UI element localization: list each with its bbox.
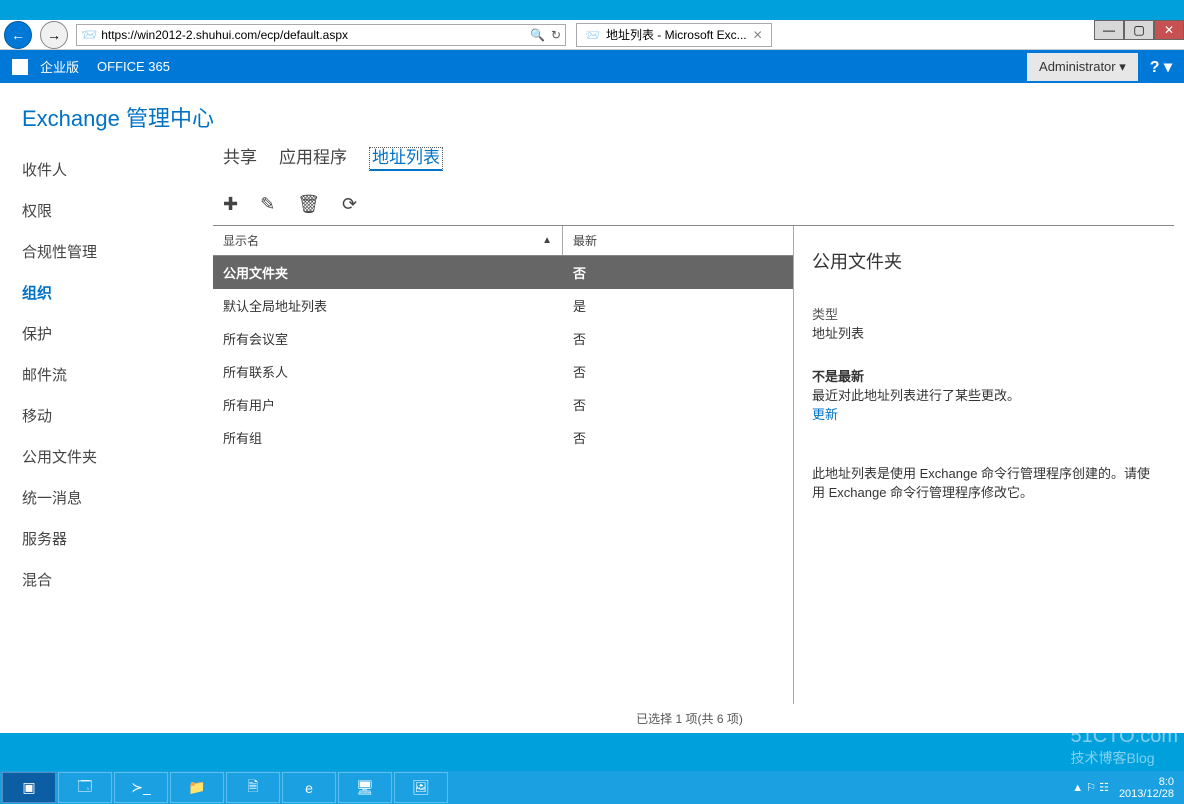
sidebar-item[interactable]: 统一消息 xyxy=(0,477,195,518)
tab[interactable]: 地址列表 xyxy=(369,147,443,171)
taskbar-app3[interactable]: 🖼 xyxy=(394,772,448,803)
tab-close-button[interactable]: ✕ xyxy=(753,28,763,42)
detail-note: 此地址列表是使用 Exchange 命令行管理程序创建的。请使用 Exchang… xyxy=(812,463,1156,501)
sidebar-item[interactable]: 收件人 xyxy=(0,149,195,190)
sidebar-item[interactable]: 混合 xyxy=(0,559,195,600)
sidebar-item[interactable]: 公用文件夹 xyxy=(0,436,195,477)
cell-name: 公用文件夹 xyxy=(213,256,563,289)
cell-name: 所有组 xyxy=(213,421,563,454)
search-icon[interactable]: 🔍 xyxy=(530,28,545,42)
table-row[interactable]: 所有会议室否 xyxy=(213,322,793,355)
help-menu[interactable]: ? ▾ xyxy=(1150,57,1172,77)
cell-latest: 否 xyxy=(563,256,793,289)
refresh-button[interactable]: ⟳ xyxy=(342,194,357,215)
table-header: 显示名▲ 最新 xyxy=(213,226,793,256)
cell-latest: 否 xyxy=(563,388,793,421)
cell-name: 所有会议室 xyxy=(213,322,563,355)
tray-clock[interactable]: 8:02013/12/28 xyxy=(1119,776,1174,800)
sidebar-item[interactable]: 权限 xyxy=(0,190,195,231)
sidebar-item[interactable]: 合规性管理 xyxy=(0,231,195,272)
edition-label[interactable]: 企业版 xyxy=(40,57,79,76)
detail-notlatest-label: 不是最新 xyxy=(812,366,1156,385)
delete-button[interactable]: 🗑 xyxy=(297,194,320,215)
start-button[interactable]: ▣ xyxy=(2,772,56,803)
table-row[interactable]: 所有联系人否 xyxy=(213,355,793,388)
o365-topbar: 企业版 OFFICE 365 Administrator ▾ ? ▾ xyxy=(0,50,1184,83)
taskbar-app2[interactable]: 🖥 xyxy=(338,772,392,803)
detail-type-label: 类型 xyxy=(812,304,1156,323)
cell-name: 所有用户 xyxy=(213,388,563,421)
sort-asc-icon: ▲ xyxy=(542,235,552,246)
address-bar[interactable]: 📨 https://win2012-2.shuhui.com/ecp/defau… xyxy=(76,24,566,46)
table-row[interactable]: 所有用户否 xyxy=(213,388,793,421)
sidebar-item[interactable]: 邮件流 xyxy=(0,354,195,395)
sidebar-item[interactable]: 移动 xyxy=(0,395,195,436)
column-latest[interactable]: 最新 xyxy=(563,226,793,255)
table-row[interactable]: 默认全局地址列表是 xyxy=(213,289,793,322)
nav-back-button[interactable]: ← xyxy=(4,21,32,49)
tabs-row: 共享 应用程序 地址列表 xyxy=(195,143,1184,176)
taskbar-powershell[interactable]: ≻_ xyxy=(114,772,168,803)
tray-flag-icon[interactable]: ▲ ⚐ ☷ xyxy=(1072,781,1109,794)
taskbar-server-manager[interactable]: 🗔 xyxy=(58,772,112,803)
cell-latest: 是 xyxy=(563,289,793,322)
tab-title: 地址列表 - Microsoft Exc... xyxy=(606,26,747,43)
office365-label[interactable]: OFFICE 365 xyxy=(97,59,170,74)
detail-title: 公用文件夹 xyxy=(812,248,1156,274)
sidebar-item[interactable]: 组织 xyxy=(0,272,195,313)
user-menu[interactable]: Administrator ▾ xyxy=(1027,53,1138,81)
browser-toolbar: ← → 📨 https://win2012-2.shuhui.com/ecp/d… xyxy=(0,20,1184,50)
cell-latest: 否 xyxy=(563,421,793,454)
add-button[interactable]: ✚ xyxy=(223,194,238,215)
edit-button[interactable]: ✎ xyxy=(260,194,275,215)
sidebar-item[interactable]: 服务器 xyxy=(0,518,195,559)
nav-forward-button[interactable]: → xyxy=(40,21,68,49)
reload-icon[interactable]: ↻ xyxy=(551,28,561,42)
tab[interactable]: 应用程序 xyxy=(279,148,347,167)
cell-latest: 否 xyxy=(563,322,793,355)
url-text: https://win2012-2.shuhui.com/ecp/default… xyxy=(101,28,348,42)
tab[interactable]: 共享 xyxy=(223,148,257,167)
cell-latest: 否 xyxy=(563,355,793,388)
list-toolbar: ✚ ✎ 🗑 ⟳ xyxy=(195,176,1184,225)
office-logo-icon xyxy=(12,59,28,75)
table-row[interactable]: 所有组否 xyxy=(213,421,793,454)
window-maximize-button[interactable]: ▢ xyxy=(1124,20,1154,40)
detail-type-value: 地址列表 xyxy=(812,323,1156,342)
site-icon: 📨 xyxy=(81,27,97,43)
column-name[interactable]: 显示名▲ xyxy=(213,226,563,255)
taskbar-explorer[interactable]: 📁 xyxy=(170,772,224,803)
taskbar-ie[interactable]: e xyxy=(282,772,336,803)
page-title: Exchange 管理中心 xyxy=(0,83,1184,143)
sidebar-item[interactable]: 保护 xyxy=(0,313,195,354)
cell-name: 默认全局地址列表 xyxy=(213,289,563,322)
browser-tab[interactable]: 📨 地址列表 - Microsoft Exc... ✕ xyxy=(576,23,772,47)
cell-name: 所有联系人 xyxy=(213,355,563,388)
taskbar: ▣ 🗔 ≻_ 📁 🗎 e 🖥 🖼 ▲ ⚐ ☷ 8:02013/12/28 xyxy=(0,771,1184,804)
taskbar-app[interactable]: 🗎 xyxy=(226,772,280,803)
window-close-button[interactable]: ✕ xyxy=(1154,20,1184,40)
detail-notlatest-text: 最近对此地址列表进行了某些更改。 xyxy=(812,385,1156,404)
sidebar: 收件人权限合规性管理组织保护邮件流移动公用文件夹统一消息服务器混合 xyxy=(0,143,195,733)
window-minimize-button[interactable]: — xyxy=(1094,20,1124,40)
update-link[interactable]: 更新 xyxy=(812,404,1156,423)
table-row[interactable]: 公用文件夹否 xyxy=(213,256,793,289)
tab-favicon: 📨 xyxy=(585,28,600,42)
selection-status: 已选择 1 项(共 6 项) xyxy=(195,704,1184,733)
detail-pane: 公用文件夹 类型 地址列表 不是最新 最近对此地址列表进行了某些更改。 更新 此… xyxy=(794,226,1174,704)
